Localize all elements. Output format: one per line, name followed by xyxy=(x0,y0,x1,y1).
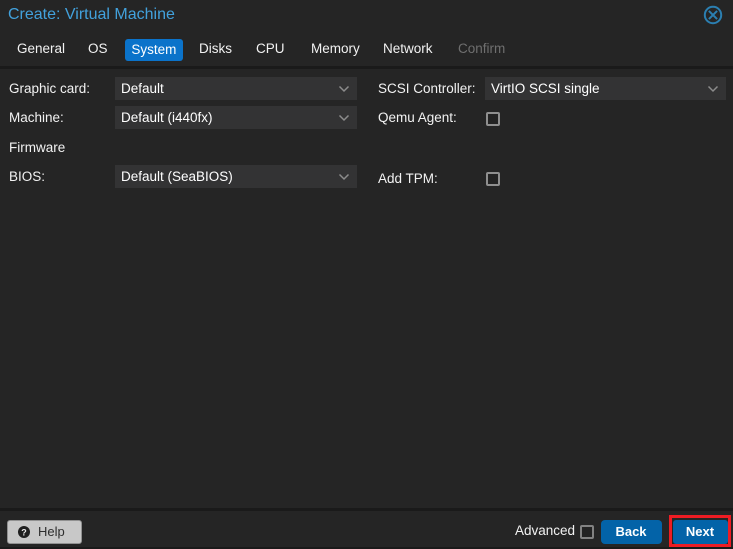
svg-text:?: ? xyxy=(21,527,27,537)
